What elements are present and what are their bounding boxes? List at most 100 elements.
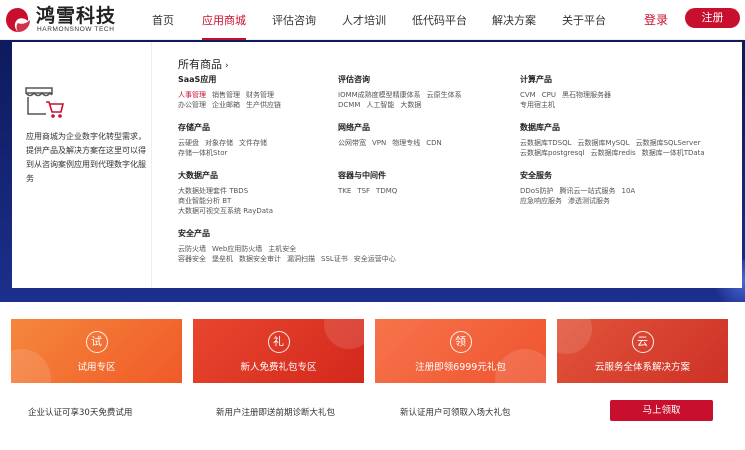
card-trial[interactable]: 试 试用专区 [11, 319, 182, 383]
product-link[interactable]: IOMM成熟度模型精康体系 [338, 91, 421, 99]
claim-now-button[interactable]: 马上领取 [610, 400, 713, 421]
card-register-bonus[interactable]: 领 注册即领6999元礼包 [375, 319, 546, 383]
dropdown-intro: 应用商城为企业数字化转型需求，提供产品及解决方案在这里可以得到从咨询案例应用到代… [12, 42, 152, 288]
category-line: DCMM 人工智能 大数据 [338, 100, 468, 110]
product-link[interactable]: 云原生体系 [427, 91, 462, 99]
card-newbie-gift[interactable]: 礼 新人免费礼包专区 [193, 319, 364, 383]
nav-training[interactable]: 人才培训 [342, 12, 386, 28]
product-link[interactable]: CDN [426, 139, 442, 147]
nav-about[interactable]: 关于平台 [562, 12, 606, 28]
category-line: CVM CPU 黑石物理服务器 [520, 90, 617, 100]
register-button[interactable]: 注册 [685, 8, 740, 28]
product-link[interactable]: 数据安全审计 [239, 255, 281, 263]
category-compute: 计算产品 CVM CPU 黑石物理服务器 专用宿主机 [520, 74, 617, 110]
product-link[interactable]: 容器安全 [178, 255, 206, 263]
brand-logo[interactable]: 鸿雪科技 HARMONSNOW TECH [4, 5, 139, 35]
promo-text-trial: 企业认证可享30天免费试用 [28, 408, 133, 418]
category-line: TKE TSF TDMQ [338, 186, 403, 196]
category-database: 数据库产品 云数据库TDSQL 云数据库MySQL 云数据库SQLServer 云数据库… [520, 122, 711, 158]
trial-icon: 试 [85, 331, 108, 353]
product-link[interactable]: 云防火墙 [178, 245, 206, 253]
nav-app-store[interactable]: 应用商城 [202, 12, 246, 28]
product-link[interactable]: CPU [542, 91, 556, 99]
product-link[interactable]: 物理专线 [392, 139, 420, 147]
category-storage: 存储产品 云硬盘 对象存储 文件存储 存储一体机Stor [178, 122, 273, 158]
product-link[interactable]: 生产供应链 [246, 101, 281, 109]
gift-icon: 礼 [267, 331, 290, 353]
product-link[interactable]: 办公管理 [178, 101, 206, 109]
product-link[interactable]: 云数据库MySQL [578, 139, 630, 147]
product-link[interactable]: 文件存储 [239, 139, 267, 147]
product-link[interactable]: 渗透测试服务 [568, 197, 610, 205]
card-label: 云服务全体系解决方案 [594, 362, 690, 373]
product-link[interactable]: 漏洞扫描 [287, 255, 315, 263]
product-link[interactable]: 10A [622, 187, 636, 195]
category-title: 计算产品 [520, 75, 552, 84]
product-link[interactable]: 应急响应服务 [520, 197, 562, 205]
category-title: 网络产品 [338, 123, 370, 132]
category-title: 数据库产品 [520, 123, 560, 132]
product-link[interactable]: TDMQ [376, 187, 397, 195]
product-link[interactable]: 大数据可视交互系统 RayData [178, 207, 273, 215]
product-link[interactable]: 人事管理 [178, 91, 206, 99]
product-link[interactable]: SSL证书 [321, 255, 348, 263]
product-link[interactable]: 商业智能分析 BT [178, 197, 231, 205]
brand-name-en: HARMONSNOW TECH [37, 26, 115, 33]
product-link[interactable]: 云数据库SQLServer [636, 139, 701, 147]
product-link[interactable]: 销售管理 [212, 91, 240, 99]
nav-solutions[interactable]: 解决方案 [492, 12, 536, 28]
product-link[interactable]: 专用宿主机 [520, 101, 555, 109]
product-link[interactable]: 财务管理 [246, 91, 274, 99]
product-link[interactable]: 企业邮箱 [212, 101, 240, 109]
product-link[interactable]: 存储一体机Stor [178, 149, 227, 157]
product-link[interactable]: VPN [372, 139, 386, 147]
product-link[interactable]: 大数据处理套件 TBDS [178, 187, 248, 195]
category-line: 商业智能分析 BT [178, 196, 279, 206]
product-link[interactable]: 云数据库TDSQL [520, 139, 572, 147]
category-line: 大数据可视交互系统 RayData [178, 206, 279, 216]
product-link[interactable]: TSF [357, 187, 370, 195]
category-title: 容器与中间件 [338, 171, 386, 180]
all-products-link[interactable]: 所有商品 › [178, 56, 229, 72]
all-products-label: 所有商品 [178, 58, 222, 71]
nav-consulting[interactable]: 评估咨询 [272, 12, 316, 28]
product-link[interactable]: TKE [338, 187, 351, 195]
category-line: 公网带宽 VPN 物理专线 CDN [338, 138, 448, 148]
nav-home[interactable]: 首页 [152, 12, 174, 28]
product-link[interactable]: 主机安全 [268, 245, 296, 253]
product-link[interactable]: 对象存储 [205, 139, 233, 147]
product-link[interactable]: 腾讯云一站式服务 [560, 187, 616, 195]
category-line: 云防火墙 Web应用防火墙 主机安全 [178, 244, 402, 254]
category-title: SaaS应用 [178, 75, 217, 84]
product-link[interactable]: 数据库一体机TData [642, 149, 705, 157]
product-link[interactable]: 云硬盘 [178, 139, 199, 147]
brand-name: 鸿雪科技 [36, 5, 117, 27]
card-decoration [324, 319, 364, 349]
card-cloud-solutions[interactable]: 云 云服务全体系解决方案 [557, 319, 728, 383]
category-line: IOMM成熟度模型精康体系 云原生体系 [338, 90, 468, 100]
product-link[interactable]: 黑石物理服务器 [562, 91, 611, 99]
category-line: 应急响应服务 渗透测试服务 [520, 196, 641, 206]
category-line: 人事管理 销售管理 财务管理 [178, 90, 287, 100]
product-link[interactable]: 人工智能 [366, 101, 394, 109]
product-link[interactable]: 云数据库postgresql [520, 149, 585, 157]
product-link[interactable]: 堡垒机 [212, 255, 233, 263]
product-link[interactable]: DCMM [338, 101, 360, 109]
category-line: 云数据库TDSQL 云数据库MySQL 云数据库SQLServer [520, 138, 711, 148]
top-header: 鸿雪科技 HARMONSNOW TECH 首页 应用商城 评估咨询 人才培训 低… [0, 0, 745, 40]
product-link[interactable]: 公网带宽 [338, 139, 366, 147]
product-link[interactable]: Web应用防火墙 [212, 245, 262, 253]
category-security-service: 安全服务 DDoS防护 腾讯云一站式服务 10A 应急响应服务 渗透测试服务 [520, 170, 641, 206]
coupon-icon: 领 [449, 331, 472, 353]
card-label: 新人免费礼包专区 [240, 362, 317, 373]
nav-low-code[interactable]: 低代码平台 [412, 12, 467, 28]
card-label: 试用专区 [77, 362, 116, 373]
product-link[interactable]: 云数据库redis [591, 149, 636, 157]
card-label: 注册即领6999元礼包 [415, 362, 506, 373]
product-link[interactable]: DDoS防护 [520, 187, 554, 195]
category-title: 安全服务 [520, 171, 552, 180]
login-link[interactable]: 登录 [644, 11, 668, 28]
product-link[interactable]: 大数据 [400, 101, 421, 109]
product-link[interactable]: 安全运营中心 [354, 255, 396, 263]
product-link[interactable]: CVM [520, 91, 536, 99]
